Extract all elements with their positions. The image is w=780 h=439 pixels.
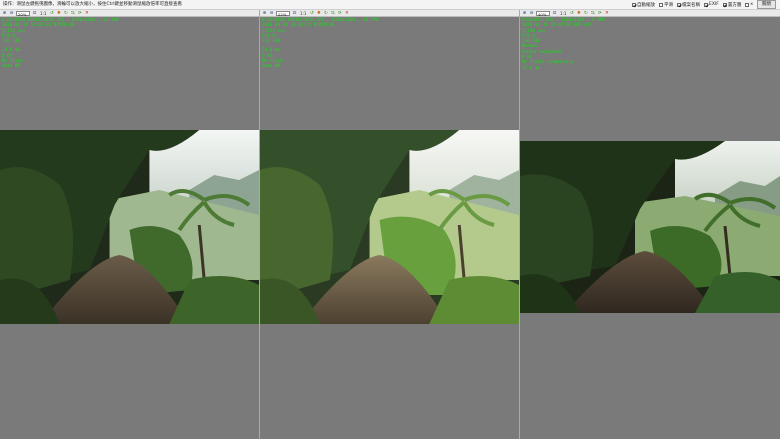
- zoom-out-icon[interactable]: ⊖: [529, 11, 534, 16]
- checkbox-extra[interactable]: [745, 2, 750, 7]
- exif-info: B_DSC0002_NIKON D850.JPG , 8256x5504 , 1…: [262, 18, 378, 70]
- image-panel-3[interactable]: ⊕ ⊖ 40% ⊡ 1:1 ↺ ✹ ↻ ⇆ ⟳ ✕ P1040001.JPG ,…: [520, 10, 780, 439]
- rotate-right-icon[interactable]: ↻: [323, 11, 328, 16]
- checkbox-exif[interactable]: [703, 2, 708, 7]
- close-button[interactable]: 關閉: [757, 0, 776, 9]
- zoom-level-select[interactable]: 20%: [16, 10, 30, 17]
- brightness-icon[interactable]: ✹: [576, 11, 581, 16]
- zoom-level-select[interactable]: 22%: [276, 10, 290, 17]
- zoom-level-select[interactable]: 40%: [536, 10, 550, 17]
- option-label: x: [750, 2, 753, 7]
- actual-size-button[interactable]: 1:1: [299, 11, 307, 16]
- rotate-right-icon[interactable]: ↻: [583, 11, 588, 16]
- option-label: 自動縮放: [636, 2, 655, 8]
- flip-icon[interactable]: ⇆: [70, 11, 75, 16]
- zoom-in-icon[interactable]: ⊕: [522, 11, 527, 16]
- panel-toolbar: ⊕ ⊖ 40% ⊡ 1:1 ↺ ✹ ↻ ⇆ ⟳ ✕: [520, 10, 780, 17]
- instruction-text: 操作：滑鼠左鍵拖曳圖像，滑輪可以放大縮小，按住Ctrl鍵並移動滑鼠縮放倍率可直接…: [3, 2, 183, 7]
- flip-icon[interactable]: ⇆: [590, 11, 595, 16]
- rotate-right-icon[interactable]: ↻: [63, 11, 68, 16]
- fit-window-icon[interactable]: ⊡: [32, 11, 37, 16]
- wb-text: Auto WB: [262, 64, 281, 70]
- zoom-out-icon[interactable]: ⊖: [9, 11, 14, 16]
- close-icon[interactable]: ✕: [344, 11, 349, 16]
- refresh-icon[interactable]: ⟳: [77, 11, 82, 16]
- close-icon[interactable]: ✕: [604, 11, 609, 16]
- option-extra[interactable]: x: [745, 2, 753, 7]
- image-panel-2[interactable]: ⊕ ⊖ 22% ⊡ 1:1 ↺ ✹ ↻ ⇆ ⟳ ✕ B_DSC0002_NIKO…: [260, 10, 519, 439]
- fit-window-icon[interactable]: ⊡: [552, 11, 557, 16]
- checkbox-auto-zoom[interactable]: [631, 2, 636, 7]
- zoom-in-icon[interactable]: ⊕: [2, 11, 7, 16]
- option-auto-zoom[interactable]: 自動縮放: [631, 2, 655, 8]
- image-panel-1[interactable]: ⊕ ⊖ 20% ⊡ 1:1 ↺ ✹ ↻ ⇆ ⟳ ✕ A_DSC0001_NIKO…: [0, 10, 259, 439]
- refresh-icon[interactable]: ⟳: [597, 11, 602, 16]
- option-smooth[interactable]: 平滑: [658, 2, 673, 8]
- exif-info: P1040001.JPG , 5184x3456 , 9.2MB 2020-04…: [522, 18, 605, 71]
- option-label: EXIF: [708, 2, 719, 7]
- rotate-left-icon[interactable]: ↺: [49, 11, 54, 16]
- close-icon[interactable]: ✕: [84, 11, 89, 16]
- option-label: 置方圖: [727, 2, 742, 8]
- focal-text: 12.0 mm: [522, 65, 541, 71]
- photo-view[interactable]: [0, 130, 259, 324]
- fit-window-icon[interactable]: ⊡: [292, 11, 297, 16]
- brightness-icon[interactable]: ✹: [56, 11, 61, 16]
- flip-icon[interactable]: ⇆: [330, 11, 335, 16]
- checkbox-histogram[interactable]: [722, 2, 727, 7]
- forest-path-photo: [520, 141, 780, 313]
- zoom-out-icon[interactable]: ⊖: [269, 11, 274, 16]
- photo-view[interactable]: [520, 141, 780, 313]
- option-histogram[interactable]: 置方圖: [722, 2, 742, 8]
- rotate-left-icon[interactable]: ↺: [309, 11, 314, 16]
- view-options: 自動縮放 平滑 檔案名稱 EXIF 置方圖 x 關閉: [631, 0, 776, 9]
- checkbox-smooth[interactable]: [658, 2, 663, 7]
- exif-info: A_DSC0001_NIKON D850.JPG , 8256x5504 , 1…: [2, 18, 118, 70]
- rotate-left-icon[interactable]: ↺: [569, 11, 574, 16]
- forest-path-photo: [0, 130, 259, 324]
- photo-view[interactable]: [260, 130, 519, 324]
- panel-toolbar: ⊕ ⊖ 22% ⊡ 1:1 ↺ ✹ ↻ ⇆ ⟳ ✕: [260, 10, 519, 17]
- actual-size-button[interactable]: 1:1: [559, 11, 567, 16]
- checkbox-filename[interactable]: [676, 2, 681, 7]
- zoom-in-icon[interactable]: ⊕: [262, 11, 267, 16]
- option-filename[interactable]: 檔案名稱: [676, 2, 700, 8]
- brightness-icon[interactable]: ✹: [316, 11, 321, 16]
- wb-text: Auto WB: [2, 64, 21, 70]
- forest-path-photo: [260, 130, 519, 324]
- option-label: 平滑: [663, 2, 673, 8]
- option-label: 檔案名稱: [681, 2, 700, 8]
- refresh-icon[interactable]: ⟳: [337, 11, 342, 16]
- option-exif[interactable]: EXIF: [703, 2, 719, 7]
- panel-toolbar: ⊕ ⊖ 20% ⊡ 1:1 ↺ ✹ ↻ ⇆ ⟳ ✕: [0, 10, 259, 17]
- top-instruction-bar: 操作：滑鼠左鍵拖曳圖像，滑輪可以放大縮小，按住Ctrl鍵並移動滑鼠縮放倍率可直接…: [0, 0, 780, 10]
- actual-size-button[interactable]: 1:1: [39, 11, 47, 16]
